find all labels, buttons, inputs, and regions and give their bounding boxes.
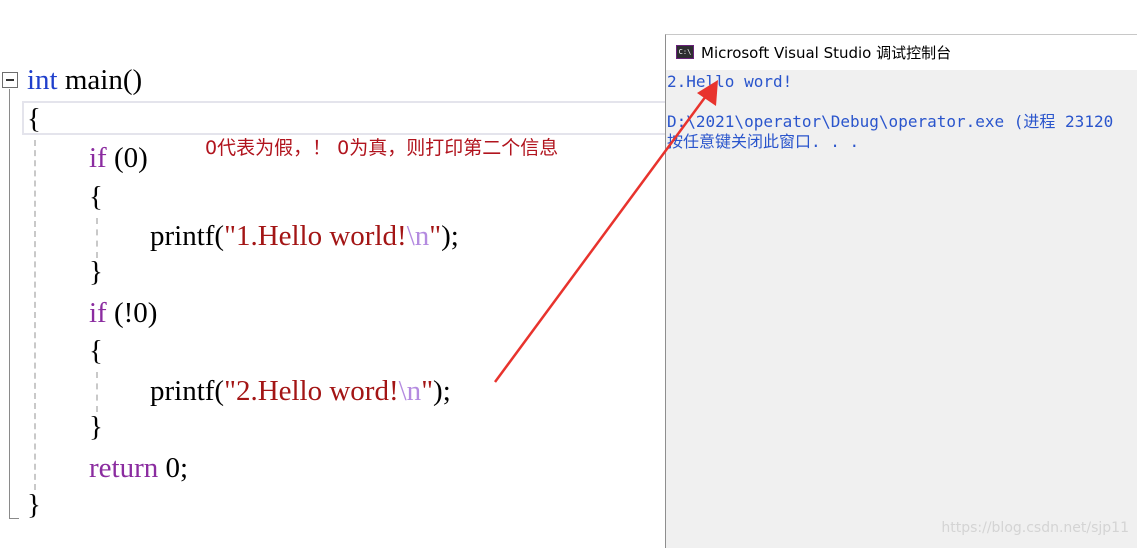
arrow-shaft [493, 95, 708, 383]
annotation-arrow [493, 80, 718, 383]
watermark: https://blog.csdn.net/sjp11 [941, 520, 1129, 536]
